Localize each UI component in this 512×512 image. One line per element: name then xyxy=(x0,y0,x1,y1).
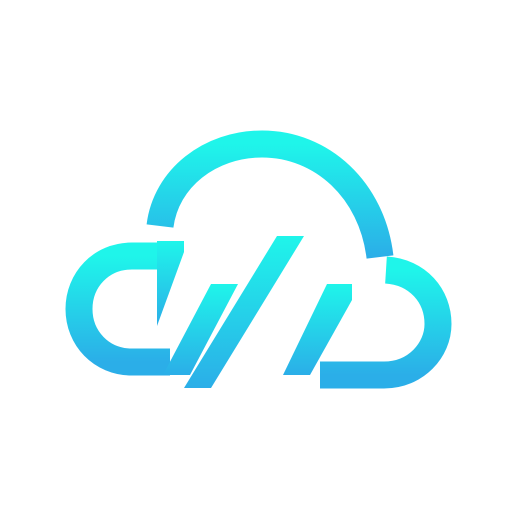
app-icon-canvas xyxy=(0,0,512,512)
cloud-outline xyxy=(65,130,452,389)
rain-streak-3 xyxy=(283,284,352,375)
cloud-main-arc xyxy=(146,130,394,260)
rain-streak-1 xyxy=(157,241,184,326)
cloud-top-bump xyxy=(65,242,170,376)
cloud-rain-logo-icon xyxy=(65,130,452,389)
